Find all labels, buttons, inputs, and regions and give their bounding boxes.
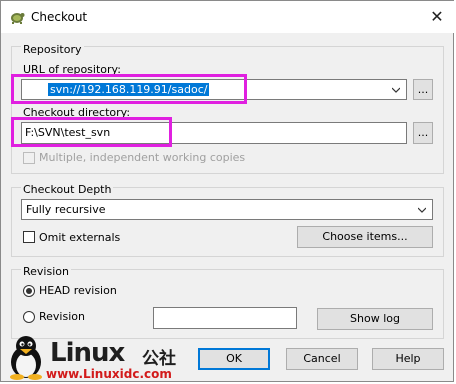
chevron-down-icon [418,207,426,213]
watermark-brand: Linux [50,338,125,368]
browse-url-button[interactable]: ... [413,79,433,100]
ok-button[interactable]: OK [198,348,270,370]
depth-group-label: Checkout Depth [21,183,114,196]
close-button[interactable]: ✕ [425,5,449,29]
repository-group-label: Repository [21,43,84,56]
browse-dir-button[interactable]: ... [413,122,433,144]
depth-combobox[interactable]: Fully recursive [21,199,433,220]
help-button[interactable]: Help [372,348,444,370]
checkout-dir-input[interactable]: F:\SVN\test_svn [21,122,407,144]
multiple-wc-checkbox[interactable] [23,152,35,164]
show-log-button[interactable]: Show log [317,308,433,330]
tux-penguin-logo [10,336,42,380]
checkout-dialog: Checkout ✕ Repository URL of repository:… [0,0,455,382]
cancel-button[interactable]: Cancel [286,348,358,370]
revision-label: Revision [39,310,85,323]
window-title: Checkout [31,10,88,24]
head-revision-radio[interactable] [23,285,35,297]
revision-group-label: Revision [21,265,71,278]
multiple-wc-label: Multiple, independent working copies [39,151,246,164]
tortoisesvn-app-icon [11,13,25,24]
radio-selected-dot [26,288,32,294]
choose-items-button[interactable]: Choose items... [297,226,433,248]
watermark-url: www.Linuxidc.com [46,367,172,381]
depth-selected: Fully recursive [26,203,106,216]
omit-externals-label: Omit externals [39,231,121,244]
head-revision-label: HEAD revision [39,284,117,297]
watermark-brand-suffix: 公社 [142,349,176,369]
url-label: URL of repository: [23,63,121,76]
url-value: svn://192.168.119.91/sadoc/ [48,83,210,96]
chevron-down-icon [392,87,400,93]
url-combobox[interactable]: svn://192.168.119.91/sadoc/ [21,79,407,100]
revision-input[interactable] [153,307,297,329]
checkout-dir-label: Checkout directory: [23,106,131,119]
close-icon: ✕ [430,7,444,26]
revision-radio[interactable] [23,311,35,323]
omit-externals-checkbox[interactable] [23,231,35,243]
